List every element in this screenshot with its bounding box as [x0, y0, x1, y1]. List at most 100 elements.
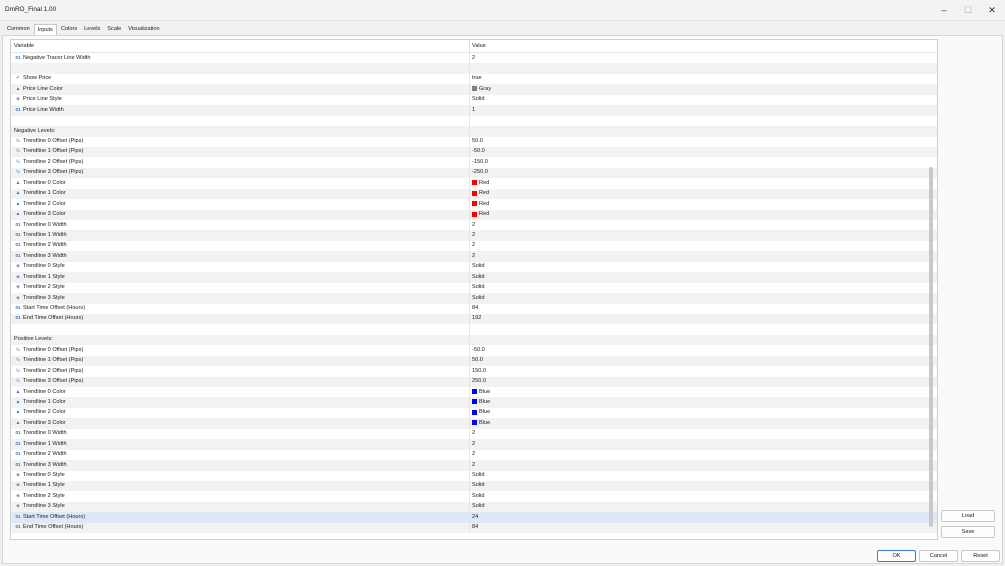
parameter-row[interactable]: 01 Trendline 0 Width 2 [11, 220, 937, 231]
parameter-value[interactable]: Red [472, 180, 489, 186]
parameter-value[interactable]: Gray [472, 86, 491, 92]
parameter-value[interactable]: 250.0 [472, 378, 486, 384]
color-swatch[interactable] [472, 86, 477, 92]
variable-column-header[interactable]: Variable [14, 43, 34, 49]
parameter-value[interactable]: true [472, 75, 482, 81]
parameter-row[interactable]: ◈ Trendline 1 Style Solid [11, 272, 937, 283]
parameter-value[interactable]: 2 [472, 242, 475, 248]
parameter-value[interactable]: Solid [472, 493, 484, 499]
parameter-value[interactable]: Blue [472, 420, 490, 426]
parameter-value[interactable]: 2 [472, 451, 475, 457]
parameter-value[interactable]: -50.0 [472, 347, 485, 353]
parameter-value[interactable]: Blue [472, 389, 490, 395]
parameter-value[interactable]: Solid [472, 284, 484, 290]
parameter-row[interactable]: ◈ Trendline 3 Style Solid [11, 293, 937, 304]
parameter-value[interactable]: Solid [472, 472, 484, 478]
parameter-value[interactable]: 2 [472, 441, 475, 447]
parameter-row[interactable]: 01 Start Time Offset (Hours) 24 [11, 512, 937, 523]
parameter-value[interactable]: Solid [472, 503, 484, 509]
parameter-row[interactable]: 01 Price Line Width 1 [11, 105, 937, 116]
parameter-value[interactable]: Solid [472, 295, 484, 301]
load-button[interactable]: Load [941, 510, 995, 522]
parameter-value[interactable]: Blue [472, 399, 490, 405]
parameter-value[interactable]: 2 [472, 430, 475, 436]
parameter-row[interactable]: ▲ Price Line Color Gray [11, 84, 937, 95]
parameter-value[interactable]: -150.0 [472, 159, 488, 165]
parameter-value[interactable]: 2 [472, 222, 475, 228]
tab-scale[interactable]: Scale [104, 24, 124, 35]
color-swatch[interactable] [472, 420, 477, 426]
parameter-value[interactable]: Blue [472, 409, 490, 415]
parameter-row[interactable]: ◈ Price Line Style Solid [11, 94, 937, 106]
parameter-value[interactable]: Solid [472, 263, 484, 269]
parameter-row[interactable]: ◈ Trendline 2 Style Solid [11, 491, 937, 502]
parameter-row[interactable]: 01 Trendline 3 Width 2 [11, 460, 937, 471]
parameter-value[interactable]: -250.0 [472, 169, 488, 175]
color-swatch[interactable] [472, 211, 477, 217]
color-swatch[interactable] [472, 180, 477, 186]
parameter-row[interactable]: ▲ Trendline 2 Color Blue [11, 407, 937, 419]
parameter-value[interactable]: 1 [472, 107, 475, 113]
value-column-header[interactable]: Value [472, 43, 486, 49]
minimize-button[interactable]: – [932, 2, 956, 18]
parameter-row[interactable]: ▲ Trendline 1 Color Red [11, 188, 937, 200]
parameter-row[interactable]: ◈ Trendline 3 Style Solid [11, 501, 937, 513]
parameter-value[interactable]: Solid [472, 96, 484, 102]
parameter-row[interactable]: ◈ Trendline 0 Style Solid [11, 261, 937, 273]
parameter-value[interactable]: 192 [472, 315, 481, 321]
parameter-row[interactable]: ▲ Trendline 3 Color Red [11, 209, 937, 220]
ok-button[interactable]: OK [877, 550, 916, 562]
tab-colors[interactable]: Colors [58, 24, 80, 35]
column-divider[interactable] [469, 40, 470, 52]
parameter-row[interactable]: ◈ Trendline 0 Style Solid [11, 470, 937, 481]
maximize-button[interactable]: ☐ [956, 2, 980, 18]
parameter-value[interactable]: 24 [472, 514, 478, 520]
parameter-value[interactable]: 2 [472, 232, 475, 238]
parameter-row[interactable]: ▲ Trendline 3 Color Blue [11, 418, 937, 429]
parameter-value[interactable]: Solid [472, 482, 484, 488]
parameter-value[interactable]: Red [472, 201, 489, 207]
tab-common[interactable]: Common [4, 24, 33, 35]
parameter-row[interactable]: 01 Trendline 3 Width 2 [11, 251, 937, 262]
parameter-row[interactable]: ½ Trendline 2 Offset (Pips) 150.0 [11, 366, 937, 377]
parameter-value[interactable]: 50.0 [472, 138, 483, 144]
tab-visualization[interactable]: Visualization [125, 24, 162, 35]
parameter-row[interactable]: ½ Trendline 1 Offset (Pips) -50.0 [11, 146, 937, 158]
parameter-row[interactable]: 01 Trendline 2 Width 2 [11, 449, 937, 461]
parameter-value[interactable]: 84 [472, 305, 478, 311]
close-button[interactable]: ✕ [980, 2, 1004, 18]
parameter-value[interactable]: Red [472, 190, 489, 196]
parameter-value[interactable]: 2 [472, 55, 475, 61]
parameter-row[interactable]: ½ Trendline 3 Offset (Pips) -250.0 [11, 167, 937, 179]
parameter-row[interactable]: 01 Trendline 2 Width 2 [11, 240, 937, 252]
parameter-row[interactable]: ▲ Trendline 1 Color Blue [11, 397, 937, 408]
parameter-row[interactable]: ✓ Show Price true [11, 73, 937, 85]
parameter-row[interactable]: 01 End Time Offset (Hours) 84 [11, 522, 937, 534]
color-swatch[interactable] [472, 399, 477, 405]
parameter-value[interactable]: -50.0 [472, 148, 485, 154]
color-swatch[interactable] [472, 201, 477, 207]
color-swatch[interactable] [472, 190, 477, 196]
parameter-row[interactable]: 01 Trendline 0 Width 2 [11, 428, 937, 440]
tab-levels[interactable]: Levels [81, 24, 103, 35]
parameter-row[interactable]: ½ Trendline 3 Offset (Pips) 250.0 [11, 376, 937, 387]
parameter-row[interactable]: ◈ Trendline 2 Style Solid [11, 282, 937, 294]
parameter-row[interactable]: ½ Trendline 2 Offset (Pips) -150.0 [11, 157, 937, 168]
parameter-value[interactable]: 2 [472, 253, 475, 259]
parameter-value[interactable]: 2 [472, 462, 475, 468]
parameter-value[interactable]: 150.0 [472, 368, 486, 374]
parameter-value[interactable]: 84 [472, 524, 478, 530]
save-button[interactable]: Save [941, 526, 995, 538]
parameter-value[interactable]: Solid [472, 274, 484, 280]
parameter-value[interactable]: Red [472, 211, 489, 217]
parameter-row[interactable]: ½ Trendline 1 Offset (Pips) 50.0 [11, 355, 937, 367]
parameter-row[interactable]: 01 Start Time Offset (Hours) 84 [11, 303, 937, 314]
parameter-row[interactable]: 01 End Time Offset (Hours) 192 [11, 313, 937, 325]
parameter-row[interactable]: ▲ Trendline 0 Color Blue [11, 387, 937, 398]
vertical-scrollbar[interactable] [929, 167, 933, 527]
parameter-row[interactable]: 01 Trendline 1 Width 2 [11, 230, 937, 241]
parameter-row[interactable]: ▲ Trendline 0 Color Red [11, 178, 937, 189]
parameter-row[interactable]: 01 Negative Tracer Line Width 2 [11, 53, 937, 64]
parameter-value[interactable]: 50.0 [472, 357, 483, 363]
parameter-row[interactable]: ◈ Trendline 1 Style Solid [11, 480, 937, 492]
